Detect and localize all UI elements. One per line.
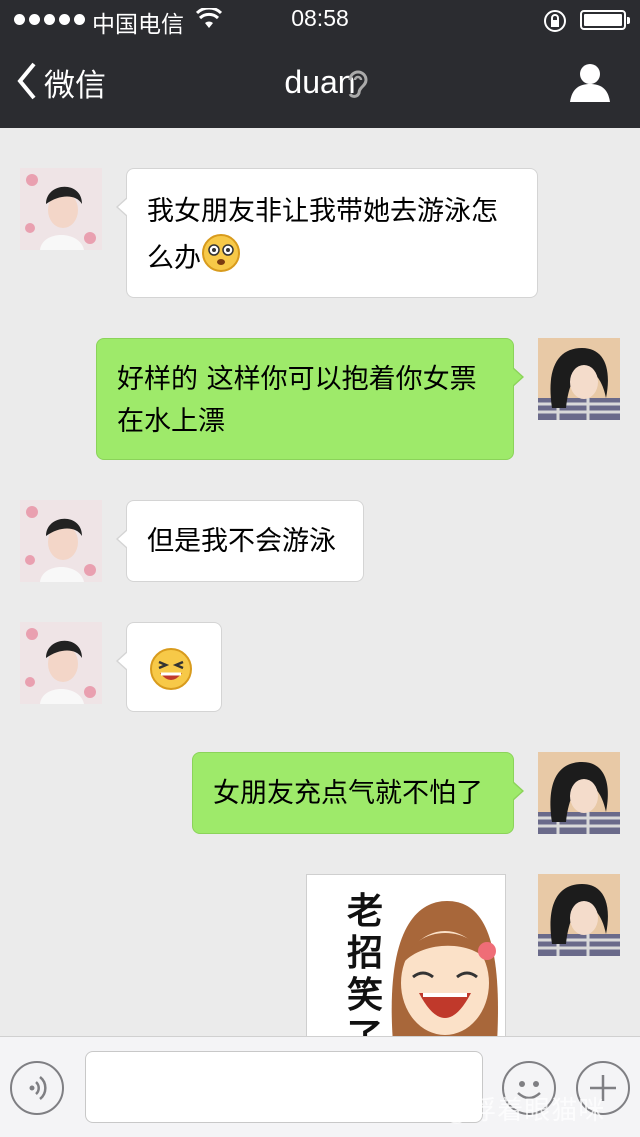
laughing-face-emoji-icon: [149, 647, 193, 704]
dizzy-face-emoji-icon: [201, 233, 241, 286]
chat-info-icon[interactable]: [568, 62, 612, 106]
contact-avatar[interactable]: [20, 168, 102, 250]
status-bar: 中国电信 08:58: [0, 0, 640, 40]
sticker-text: 老招笑了: [347, 891, 384, 1058]
top-bar: 中国电信 08:58 微信 duan: [0, 0, 640, 128]
contact-avatar[interactable]: [20, 622, 102, 704]
battery-icon: [580, 10, 630, 30]
message-bubble[interactable]: 好样的 这样你可以抱着你女票在水上漂: [96, 338, 524, 460]
contact-avatar[interactable]: [20, 500, 102, 582]
message-text: 好样的 这样你可以抱着你女票在水上漂: [117, 364, 477, 437]
message-text: 我女朋友非让我带她去游泳怎么办: [147, 196, 498, 274]
my-avatar[interactable]: [538, 874, 620, 956]
message-text: 但是我不会游泳: [147, 526, 336, 557]
my-avatar[interactable]: [538, 338, 620, 420]
rotation-lock-icon: [542, 8, 568, 38]
nav-bar: 微信 duan: [0, 40, 640, 128]
voice-input-button[interactable]: [10, 1061, 64, 1115]
my-avatar[interactable]: [538, 752, 620, 834]
message-bubble[interactable]: 女朋友充点气就不怕了: [192, 752, 524, 834]
chat-title: duan: [284, 64, 356, 100]
message-bubble[interactable]: [116, 622, 222, 712]
message-bubble[interactable]: 我女朋友非让我带她去游泳怎么办: [116, 168, 538, 298]
message-bubble[interactable]: 但是我不会游泳: [116, 500, 364, 582]
message-text: 女朋友充点气就不怕了: [213, 778, 483, 809]
earpiece-mode-icon: [345, 68, 369, 106]
watermark: 百度 @浮着眼猫咪: [380, 1096, 606, 1126]
